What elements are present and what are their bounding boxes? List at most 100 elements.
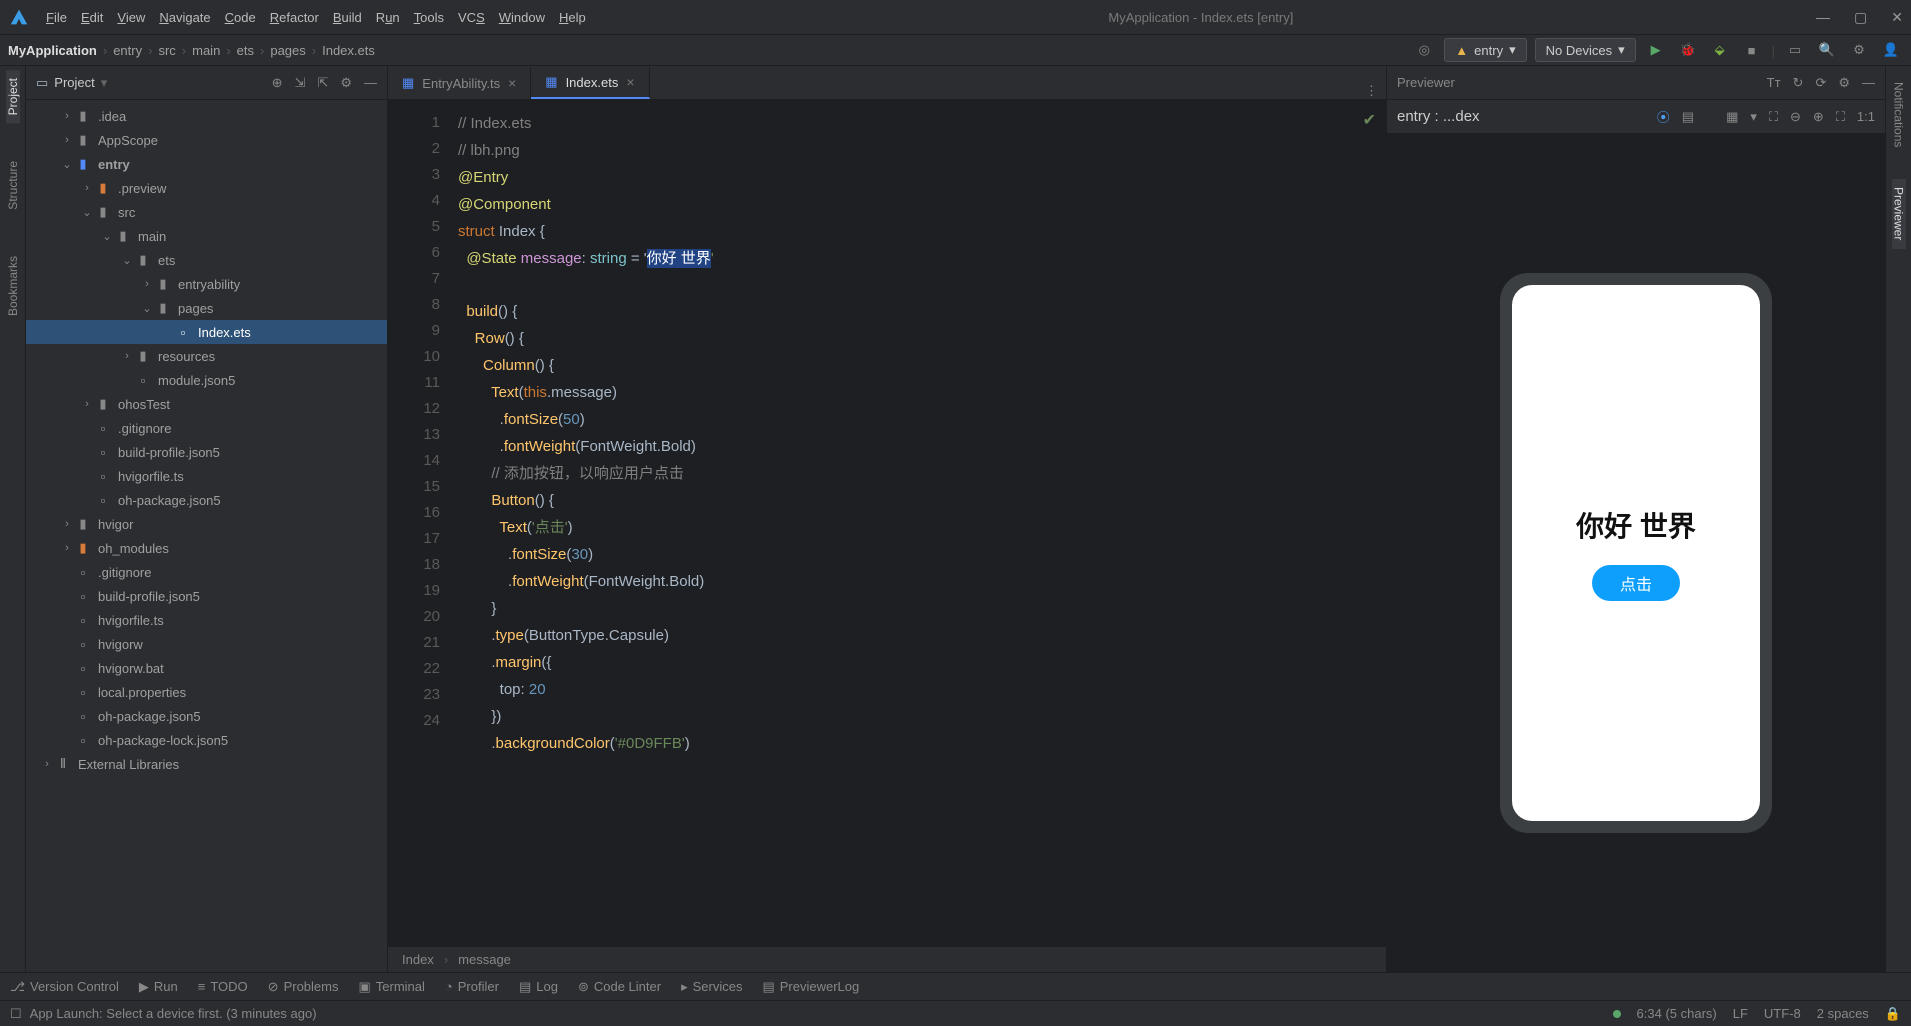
tab-index[interactable]: ▦Index.ets× [531, 67, 649, 99]
menu-tools[interactable]: Tools [414, 10, 444, 25]
tab-previewer[interactable]: Previewer [1892, 179, 1906, 248]
module-selector[interactable]: ▲entry▾ [1444, 38, 1526, 62]
status-icon[interactable]: ☐ [10, 1006, 22, 1022]
account-icon[interactable]: 👤 [1879, 38, 1903, 62]
bottom-run[interactable]: ▶ Run [139, 979, 178, 995]
tree-item[interactable]: ›▮resources [26, 344, 387, 368]
close-icon[interactable]: × [626, 74, 634, 90]
hide-icon[interactable]: — [364, 75, 377, 90]
tab-bookmarks[interactable]: Bookmarks [6, 248, 20, 324]
crumb-entry[interactable]: entry [113, 43, 142, 58]
tree-item[interactable]: ⌄▮entry [26, 152, 387, 176]
menu-run[interactable]: Run [376, 10, 400, 25]
search-icon[interactable]: 🔍 [1815, 38, 1839, 62]
coverage-icon[interactable]: ⬙ [1708, 38, 1732, 62]
bottom-linter[interactable]: ⊚ Code Linter [578, 979, 661, 995]
tree-item[interactable]: ▫hvigorfile.ts [26, 464, 387, 488]
hide-icon[interactable]: — [1862, 75, 1875, 90]
menu-refactor[interactable]: Refactor [270, 10, 319, 25]
tree-item[interactable]: ›⫴External Libraries [26, 752, 387, 776]
menu-file[interactable]: File [46, 10, 67, 25]
tab-notifications[interactable]: Notifications [1892, 74, 1906, 155]
bottom-terminal[interactable]: ▣ Terminal [358, 979, 424, 995]
grid-icon[interactable]: ▦ [1726, 109, 1738, 125]
menu-window[interactable]: Window [499, 10, 545, 25]
tab-entryability[interactable]: ▦EntryAbility.ts× [388, 67, 531, 99]
tree-item[interactable]: ▫.gitignore [26, 416, 387, 440]
status-indent[interactable]: 2 spaces [1817, 1006, 1869, 1021]
options-icon[interactable]: ⚙ [340, 75, 352, 91]
zoomin-icon[interactable]: ⊕ [1813, 109, 1824, 125]
device-selector[interactable]: No Devices▾ [1535, 38, 1636, 62]
tree-item[interactable]: ⌄▮ets [26, 248, 387, 272]
collapse-icon[interactable]: ⇱ [317, 75, 328, 91]
code-area[interactable]: ✔ 12345678910111213141516171819202122232… [388, 100, 1386, 946]
tree-item[interactable]: ▫build-profile.json5 [26, 440, 387, 464]
tree-item[interactable]: ⌄▮src [26, 200, 387, 224]
sync-icon[interactable]: ◎ [1412, 38, 1436, 62]
menu-build[interactable]: Build [333, 10, 362, 25]
tree-item[interactable]: ›▮entryability [26, 272, 387, 296]
bottom-log[interactable]: ▤ Log [519, 979, 558, 995]
profiles-icon[interactable]: ▭ [1783, 38, 1807, 62]
status-position[interactable]: 6:34 (5 chars) [1637, 1006, 1717, 1021]
bottom-services[interactable]: ▸ Services [681, 979, 742, 995]
resize-icon[interactable]: ⛶ [1836, 109, 1845, 125]
fit-icon[interactable]: ⛶ [1769, 109, 1778, 125]
tree-item[interactable]: ›▮ohosTest [26, 392, 387, 416]
layers-icon[interactable]: ▤ [1682, 109, 1694, 125]
tree-item[interactable]: ▫hvigorw.bat [26, 656, 387, 680]
project-tree[interactable]: ›▮.idea›▮AppScope⌄▮entry›▮.preview⌄▮src⌄… [26, 100, 387, 972]
menu-view[interactable]: View [117, 10, 145, 25]
close-icon[interactable]: × [508, 75, 516, 91]
tree-item[interactable]: ▫hvigorfile.ts [26, 608, 387, 632]
maximize-button[interactable]: ▢ [1854, 9, 1867, 26]
minimize-button[interactable]: — [1816, 9, 1830, 26]
crumb-pages[interactable]: pages [270, 43, 305, 58]
tree-item[interactable]: ›▮AppScope [26, 128, 387, 152]
run-icon[interactable]: ▶ [1644, 38, 1668, 62]
bottom-todo[interactable]: ≡ TODO [198, 979, 248, 994]
zoomout-icon[interactable]: ⊖ [1790, 109, 1801, 125]
status-lineending[interactable]: LF [1733, 1006, 1748, 1021]
tree-item[interactable]: ▫hvigorw [26, 632, 387, 656]
tree-item[interactable]: ▫module.json5 [26, 368, 387, 392]
menu-edit[interactable]: Edit [81, 10, 103, 25]
inspect-icon[interactable]: ⦿ [1657, 107, 1670, 126]
tabs-menu-icon[interactable]: ⋮ [1365, 83, 1378, 99]
menu-help[interactable]: Help [559, 10, 586, 25]
crumb-main[interactable]: main [192, 43, 220, 58]
tree-item[interactable]: ⌄▮main [26, 224, 387, 248]
app-button[interactable]: 点击 [1592, 565, 1680, 601]
rotate-icon[interactable]: ⟳ [1815, 75, 1826, 91]
crumb-src[interactable]: src [158, 43, 175, 58]
bottom-problems[interactable]: ⊘ Problems [268, 979, 339, 995]
bottom-profiler[interactable]: ◔ Profiler [445, 979, 499, 994]
settings-icon[interactable]: ⚙ [1847, 38, 1871, 62]
tab-structure[interactable]: Structure [6, 153, 20, 218]
settings-icon[interactable]: ⚙ [1838, 75, 1850, 91]
debug-icon[interactable]: 🐞 [1676, 38, 1700, 62]
crumb-file[interactable]: Index.ets [322, 43, 375, 58]
tree-item[interactable]: ▫oh-package-lock.json5 [26, 728, 387, 752]
tab-project[interactable]: Project [6, 70, 20, 123]
tree-item[interactable]: ▫.gitignore [26, 560, 387, 584]
menu-navigate[interactable]: Navigate [159, 10, 210, 25]
tree-item[interactable]: ›▮hvigor [26, 512, 387, 536]
crumb-project[interactable]: MyApplication [8, 43, 97, 58]
tree-item[interactable]: ▫Index.ets [26, 320, 387, 344]
status-readonly-icon[interactable]: 🔒 [1885, 1006, 1901, 1022]
tree-item[interactable]: ⌄▮pages [26, 296, 387, 320]
stop-icon[interactable]: ■ [1740, 38, 1764, 62]
tree-item[interactable]: ▫oh-package.json5 [26, 488, 387, 512]
close-button[interactable]: ✕ [1891, 9, 1903, 26]
locate-icon[interactable]: ⊕ [272, 75, 283, 91]
tree-item[interactable]: ▫local.properties [26, 680, 387, 704]
tree-item[interactable]: ▫build-profile.json5 [26, 584, 387, 608]
menu-code[interactable]: Code [225, 10, 256, 25]
status-encoding[interactable]: UTF-8 [1764, 1006, 1801, 1021]
tree-item[interactable]: ›▮oh_modules [26, 536, 387, 560]
tree-item[interactable]: ›▮.preview [26, 176, 387, 200]
code-body[interactable]: // Index.ets // lbh.png @Entry @Componen… [458, 100, 1386, 946]
tree-item[interactable]: ▫oh-package.json5 [26, 704, 387, 728]
